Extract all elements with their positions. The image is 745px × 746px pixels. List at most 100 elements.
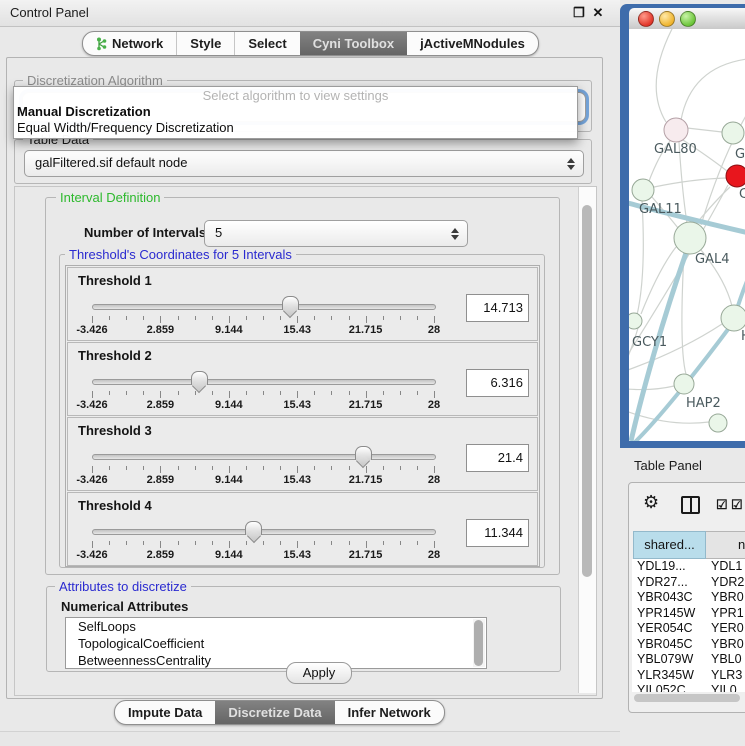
dropdown-item-manual-discretization[interactable]: Manual Discretization [14, 104, 577, 120]
tick-mark [314, 391, 315, 395]
slider-thumb[interactable] [245, 521, 262, 535]
network-node-c[interactable] [726, 165, 745, 187]
threshold-slider[interactable]: -3.4262.8599.14415.4321.71528 [92, 369, 436, 411]
cell-shared-name: YPR145W [632, 606, 709, 622]
list-scrollbar[interactable] [473, 619, 485, 667]
cell-name: YLR3 [709, 668, 742, 684]
network-edge [687, 128, 722, 132]
network-edge [696, 187, 730, 224]
tab-impute-data[interactable]: Impute Data [115, 701, 215, 724]
minimize-traffic-light-icon[interactable] [659, 11, 675, 27]
table-row[interactable]: YDR27...YDR2 [632, 575, 745, 591]
threshold-panel: Threshold 4 -3.4262.8599.14415.4321.71528… [67, 492, 538, 566]
tick-label: 2.859 [147, 399, 175, 411]
network-node[interactable] [709, 414, 727, 432]
tick-mark [143, 316, 144, 320]
number-of-intervals-combo[interactable]: 5 [204, 220, 468, 247]
tab-infer-network[interactable]: Infer Network [335, 701, 444, 724]
tab-jactivemnodules[interactable]: jActiveMNodules [407, 32, 538, 55]
tick-label: 2.859 [147, 549, 175, 561]
tab-select[interactable]: Select [234, 32, 299, 55]
gear-icon[interactable]: ⚙ [643, 492, 659, 513]
network-node-gal4[interactable] [674, 222, 706, 254]
network-node-hap2[interactable] [674, 374, 694, 394]
slider-thumb[interactable] [355, 446, 372, 460]
table-row[interactable]: YLR345WYLR3 [632, 668, 745, 684]
table-data-combo[interactable]: galFiltered.sif default node [24, 150, 584, 177]
column-header-name[interactable]: name [706, 531, 745, 559]
table-row[interactable]: YBR045CYBR0 [632, 637, 745, 653]
tab-cyni-toolbox[interactable]: Cyni Toolbox [300, 32, 407, 55]
tick-label: 28 [428, 474, 440, 486]
threshold-label: Threshold 4 [78, 498, 152, 513]
network-node-gal80[interactable] [664, 118, 688, 142]
threshold-value-input[interactable]: 6.316 [466, 369, 529, 397]
split-columns-icon[interactable] [681, 496, 700, 514]
table-row[interactable]: YBR043CYBR0 [632, 590, 745, 606]
tick-mark [297, 541, 298, 548]
dropdown-item-equal-width[interactable]: Equal Width/Frequency Discretization [14, 120, 577, 136]
slider-track[interactable] [92, 304, 436, 310]
node-label: HAP2 [686, 396, 721, 411]
tick-mark [280, 541, 281, 545]
tick-mark [331, 391, 332, 395]
slider-track[interactable] [92, 529, 436, 535]
table-row[interactable]: YDL19...YDL1 [632, 559, 745, 575]
cell-shared-name: YER054C [632, 621, 709, 637]
threshold-value-input[interactable]: 21.4 [466, 444, 529, 472]
slider-thumb[interactable] [191, 371, 208, 385]
checkbox-icon[interactable]: ☑ [731, 497, 743, 513]
network-node-gcy1[interactable] [629, 313, 642, 329]
network-node-ga[interactable] [722, 122, 744, 144]
threshold-value-input[interactable]: 11.344 [466, 519, 529, 547]
tick-mark [331, 541, 332, 545]
slider-track[interactable] [92, 454, 436, 460]
table-row[interactable]: YPR145WYPR1 [632, 606, 745, 622]
scrollbar-thumb[interactable] [582, 205, 592, 577]
cell-shared-name: YBL079W [632, 652, 709, 668]
tab-label: Select [248, 33, 286, 55]
slider-thumb[interactable] [282, 296, 299, 310]
cell-name: YBR0 [709, 637, 744, 653]
network-node-h[interactable] [721, 305, 745, 331]
slider-track[interactable] [92, 379, 436, 385]
table-row[interactable]: YER054CYER0 [632, 621, 745, 637]
table-row[interactable]: YBL079WYBL0 [632, 652, 745, 668]
threshold-slider[interactable]: -3.4262.8599.14415.4321.71528 [92, 519, 436, 561]
network-edge [681, 59, 745, 120]
tab-network[interactable]: Network [83, 32, 176, 55]
close-icon[interactable]: ✕ [589, 0, 607, 26]
table-row[interactable]: YIL052CYIL0 [632, 683, 745, 692]
table-panel-title: Table Panel [634, 458, 702, 473]
tick-mark [212, 391, 213, 395]
close-traffic-light-icon[interactable] [638, 11, 654, 27]
tick-mark [109, 541, 110, 545]
threshold-slider[interactable]: -3.4262.8599.14415.4321.71528 [92, 294, 436, 336]
scrollbar-thumb[interactable] [634, 694, 740, 702]
cell-name: YBL0 [709, 652, 742, 668]
vertical-scrollbar[interactable] [578, 187, 596, 693]
list-item[interactable]: TopologicalCoefficient [66, 635, 486, 652]
threshold-value-input[interactable]: 14.713 [466, 294, 529, 322]
node-label: GAL4 [695, 252, 729, 267]
group-title: Threshold's Coordinates for 5 Intervals [65, 247, 296, 262]
network-node-gal11[interactable] [632, 179, 654, 201]
tab-style[interactable]: Style [176, 32, 234, 55]
tick-mark [178, 466, 179, 470]
column-header-shared-name[interactable]: shared... [633, 531, 706, 559]
list-item[interactable]: BetweennessCentrality [66, 652, 486, 669]
network-canvas[interactable]: GAL80GACGAL11GAL4HGCY1HAP2 [629, 29, 745, 441]
tick-mark [229, 466, 230, 473]
list-item[interactable]: SelfLoops [66, 618, 486, 635]
horizontal-scrollbar[interactable] [632, 694, 744, 703]
tick-mark [280, 391, 281, 395]
tick-mark [212, 466, 213, 470]
zoom-traffic-light-icon[interactable] [680, 11, 696, 27]
tab-label: jActiveMNodules [420, 33, 525, 55]
tab-discretize-data[interactable]: Discretize Data [215, 701, 334, 724]
threshold-slider[interactable]: -3.4262.8599.14415.4321.71528 [92, 444, 436, 486]
apply-button[interactable]: Apply [286, 662, 352, 684]
float-window-icon[interactable]: ❐ [570, 0, 588, 26]
numerical-attributes-list[interactable]: SelfLoopsTopologicalCoefficientBetweenne… [65, 617, 487, 669]
checkbox-icon[interactable]: ☑ [716, 497, 728, 513]
